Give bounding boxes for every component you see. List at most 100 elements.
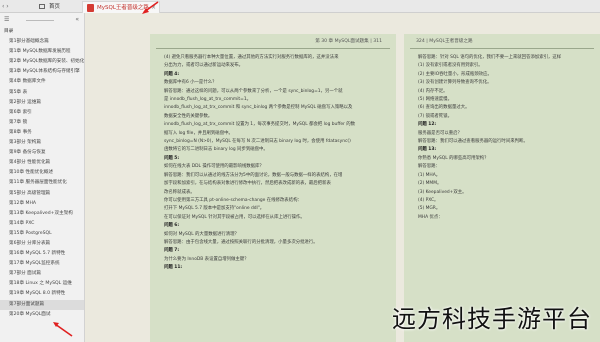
- toc-sidebar: ☰ « 目录 第1部分基础概念篇 第1章 MySQL数据库发展历程 第2章 MySQ…: [0, 13, 85, 342]
- tab-document[interactable]: MySQL王者晋级之路 ×: [82, 1, 160, 13]
- text-line: (4) 避免只看服务器行本种大量位置，通过其他的方法实行对服务行数据库的，这并没…: [164, 55, 339, 60]
- text-line: (5) 网络速度慢。: [418, 97, 452, 103]
- text-line: (2) 主要IO吞吐量小，形成瓶颈效应。: [418, 71, 492, 77]
- text-line: (2) MMM。: [418, 181, 442, 187]
- text-line: (4) 内存不足。: [418, 88, 448, 94]
- text-line: 分出为力，或者可以通过新运动来发布。: [164, 63, 244, 69]
- toc-item[interactable]: 第13章 Keepalived+双主架构: [0, 209, 84, 219]
- text-line: (5) MGR。: [418, 206, 441, 212]
- text-line: 解答思路：我们可以从通过的线方法分为5中的面讨论，数据一般与数据一样的表结构，在…: [164, 172, 343, 178]
- tab-home[interactable]: 首页: [35, 1, 79, 13]
- tab-document-label: MySQL王者晋级之路: [97, 5, 149, 11]
- text-line: 是 innodb_flush_log_at_trx_commit=1。: [164, 97, 251, 103]
- toc-list: 第1部分基础概念篇 第1章 MySQL数据库发展历程 第2章 MySQL数据库的安装…: [0, 37, 84, 320]
- divider: [26, 20, 54, 21]
- sidebar-toolbar: ☰ «: [0, 13, 84, 27]
- text-line: (6) 查询出的数据量过大。: [418, 105, 470, 111]
- toc-item[interactable]: 第6章 索引: [0, 108, 84, 118]
- toc-item[interactable]: 第16章 MySQL 5.7 新特性: [0, 249, 84, 259]
- toc-item[interactable]: 第4部分 性能优化篇: [0, 158, 84, 168]
- text-line: innodb_flush_log_at_trx_commit 和 sync_bi…: [164, 105, 353, 111]
- toc-item[interactable]: 第4章 数据库文件: [0, 77, 84, 87]
- text-line: 解答思路：由于包含线大量，通过按照关联行的分批清理，小量多次分批进行。: [164, 239, 318, 245]
- tab-home-label: 首页: [49, 4, 61, 10]
- text-line: 如何对 MySQL 的大量数据进行清理？: [164, 231, 239, 237]
- toc-item[interactable]: 第3章 MySQL体系结构与存储引擎: [0, 67, 84, 77]
- text-line: 如何在线大表 DDL 操作可使用的最影响线数据库？: [164, 164, 264, 170]
- toc-item[interactable]: 第18章 Linux 之 MySQL 运维: [0, 279, 84, 289]
- text-line: MHA 优点：: [418, 214, 443, 220]
- back-forward-icon[interactable]: ‹ ›: [2, 3, 9, 10]
- toc-item[interactable]: 第2部分 运维篇: [0, 98, 84, 108]
- text-line: (4) PXC。: [418, 197, 439, 203]
- toc-item[interactable]: 第5章 表: [0, 88, 84, 98]
- toc-item[interactable]: 第8章 事务: [0, 128, 84, 138]
- tab-bar: ‹ › 首页 MySQL王者晋级之路 ×: [0, 0, 600, 13]
- page-header-text: 第 30 章 MySQL面试题集 | 311: [315, 39, 382, 44]
- text-line: 解答思路：我们可以通过查看服务器的运行时间来判断。: [418, 139, 528, 145]
- toc-item[interactable]: 第1章 MySQL数据库发展历程: [0, 47, 84, 57]
- toc-item[interactable]: 第7部分 面试篇: [0, 269, 84, 279]
- toc-item[interactable]: 第9章 备份与恢复: [0, 148, 84, 158]
- page-header-text: 324 | MySQL王者晋级之路: [416, 39, 473, 44]
- toc-item[interactable]: 第1部分基础概念篇: [0, 37, 84, 47]
- question-heading: 问题 13:: [418, 147, 437, 153]
- question-heading: 问题 4:: [164, 71, 180, 77]
- text-line: 在可以保证对 MySQL 针对其字段被占用，可以选择在从库上进行操作。: [164, 214, 305, 220]
- page-header: 324 | MySQL王者晋级之路: [404, 38, 600, 49]
- question-heading: 问题 6:: [164, 223, 180, 229]
- toc-item[interactable]: 第6部分 分库分表篇: [0, 239, 84, 249]
- menu-icon[interactable]: ☰: [4, 16, 9, 23]
- question-heading: 问题 7:: [164, 248, 180, 254]
- toc-item[interactable]: 第15章 PostgreSQL: [0, 229, 84, 239]
- question-heading: 问题 5:: [164, 155, 180, 161]
- toc-item[interactable]: 第19章 MySQL 8.0 新特性: [0, 289, 84, 299]
- toc-item[interactable]: 第5部分 高级管理篇: [0, 189, 84, 199]
- text-line: 解答思路：针对 SQL 语句的优化，我们不要一上来就回答添加索引，这样: [418, 55, 562, 60]
- toc-item[interactable]: 第3部分 架构篇: [0, 138, 84, 148]
- text-line: 你熟悉 MySQL 的哪些高可用架构？: [418, 155, 489, 161]
- toc-item[interactable]: 第17章 MySQL监控系统: [0, 259, 84, 269]
- text-line: 解答思路：通过这样的问题，可以从两个参数来了分析，一个是 sync_binlog…: [164, 88, 343, 94]
- text-line: 据写入 log file，并且刷到磁盘中。: [164, 130, 233, 136]
- page-body: (4) 避免只看服务器行本种大量位置，通过其他的方法实行对服务行数据库的，这并没…: [164, 54, 384, 273]
- text-line: 数据库中有6 小一是什么？: [164, 80, 217, 86]
- text-line: 你可以使用第三方工具 pt-online-schema-change 在线修改表…: [164, 197, 302, 203]
- text-line: 为什么要为 InnoDB 表设置自增列做主键？: [164, 256, 249, 262]
- text-line: (3) 没有创建计算列导致查询不优化。: [418, 80, 492, 86]
- text-line: 服务器是否可以重启？: [418, 130, 462, 136]
- header-rule: [156, 48, 390, 49]
- page-right: 324 | MySQL王者晋级之路 解答思路：针对 SQL 语句的优化，我们不要…: [404, 34, 600, 342]
- watermark-text: 远方科技手游平台: [392, 305, 592, 333]
- page-body: 解答思路：针对 SQL 语句的优化，我们不要一上来就回答添加索引，这样 (1) 没…: [418, 54, 588, 222]
- toc-item[interactable]: 第20章 MySQL面试: [0, 310, 84, 320]
- text-line: sync_binlog=N (N>0)，MySQL 在每写 N 次二进制日志 b…: [164, 139, 351, 145]
- toc-item[interactable]: 第10章 性能优化概述: [0, 168, 84, 178]
- text-line: (1) 没有索引或者没有用到索引。: [418, 63, 483, 69]
- toc-item[interactable]: 第7部分面试题篇: [0, 299, 84, 310]
- document-viewer[interactable]: 第 30 章 MySQL面试题集 | 311 (4) 避免只看服务器行本种大量位…: [86, 13, 600, 342]
- question-heading: 问题 12:: [418, 122, 437, 128]
- text-line: (3) Keepalived+双主。: [418, 189, 467, 195]
- toc-item[interactable]: 第14章 PXC: [0, 219, 84, 229]
- page-left: 第 30 章 MySQL面试题集 | 311 (4) 避免只看服务器行本种大量位…: [150, 34, 396, 342]
- toc-item[interactable]: 第11章 服务器层面性能优化: [0, 178, 84, 188]
- text-line: 打开下 MySQL 5.7 版本中是加支持"online ddl"。: [164, 206, 265, 212]
- text-line: 改名称就成表。: [164, 189, 195, 195]
- toc-root[interactable]: 目录: [0, 27, 84, 37]
- header-rule: [410, 48, 594, 49]
- text-line: (7) 锁或者死锁。: [418, 113, 452, 119]
- toc-item[interactable]: 第7章 锁: [0, 118, 84, 128]
- home-icon: [39, 4, 45, 9]
- toc-item[interactable]: 第2章 MySQL数据库的安装、初始化: [0, 57, 84, 67]
- question-heading: 问题 11:: [164, 265, 183, 271]
- text-line: 函数将它的写二进制日志 binary log 同步到磁盘中。: [164, 147, 268, 153]
- text-line: 加字段和加索引，在与结构表对象进行修改中执行，然后把表改成新的表，最后把新表: [164, 181, 331, 187]
- text-line: 数据安全性的关键参数。: [164, 113, 213, 119]
- text-line: (1) MHA。: [418, 172, 441, 178]
- text-line: 解答思路：: [418, 164, 440, 170]
- collapse-icon[interactable]: «: [75, 16, 79, 23]
- pdf-icon: [87, 4, 94, 12]
- toc-item[interactable]: 第12章 MHA: [0, 199, 84, 209]
- page-header: 第 30 章 MySQL面试题集 | 311: [150, 38, 396, 49]
